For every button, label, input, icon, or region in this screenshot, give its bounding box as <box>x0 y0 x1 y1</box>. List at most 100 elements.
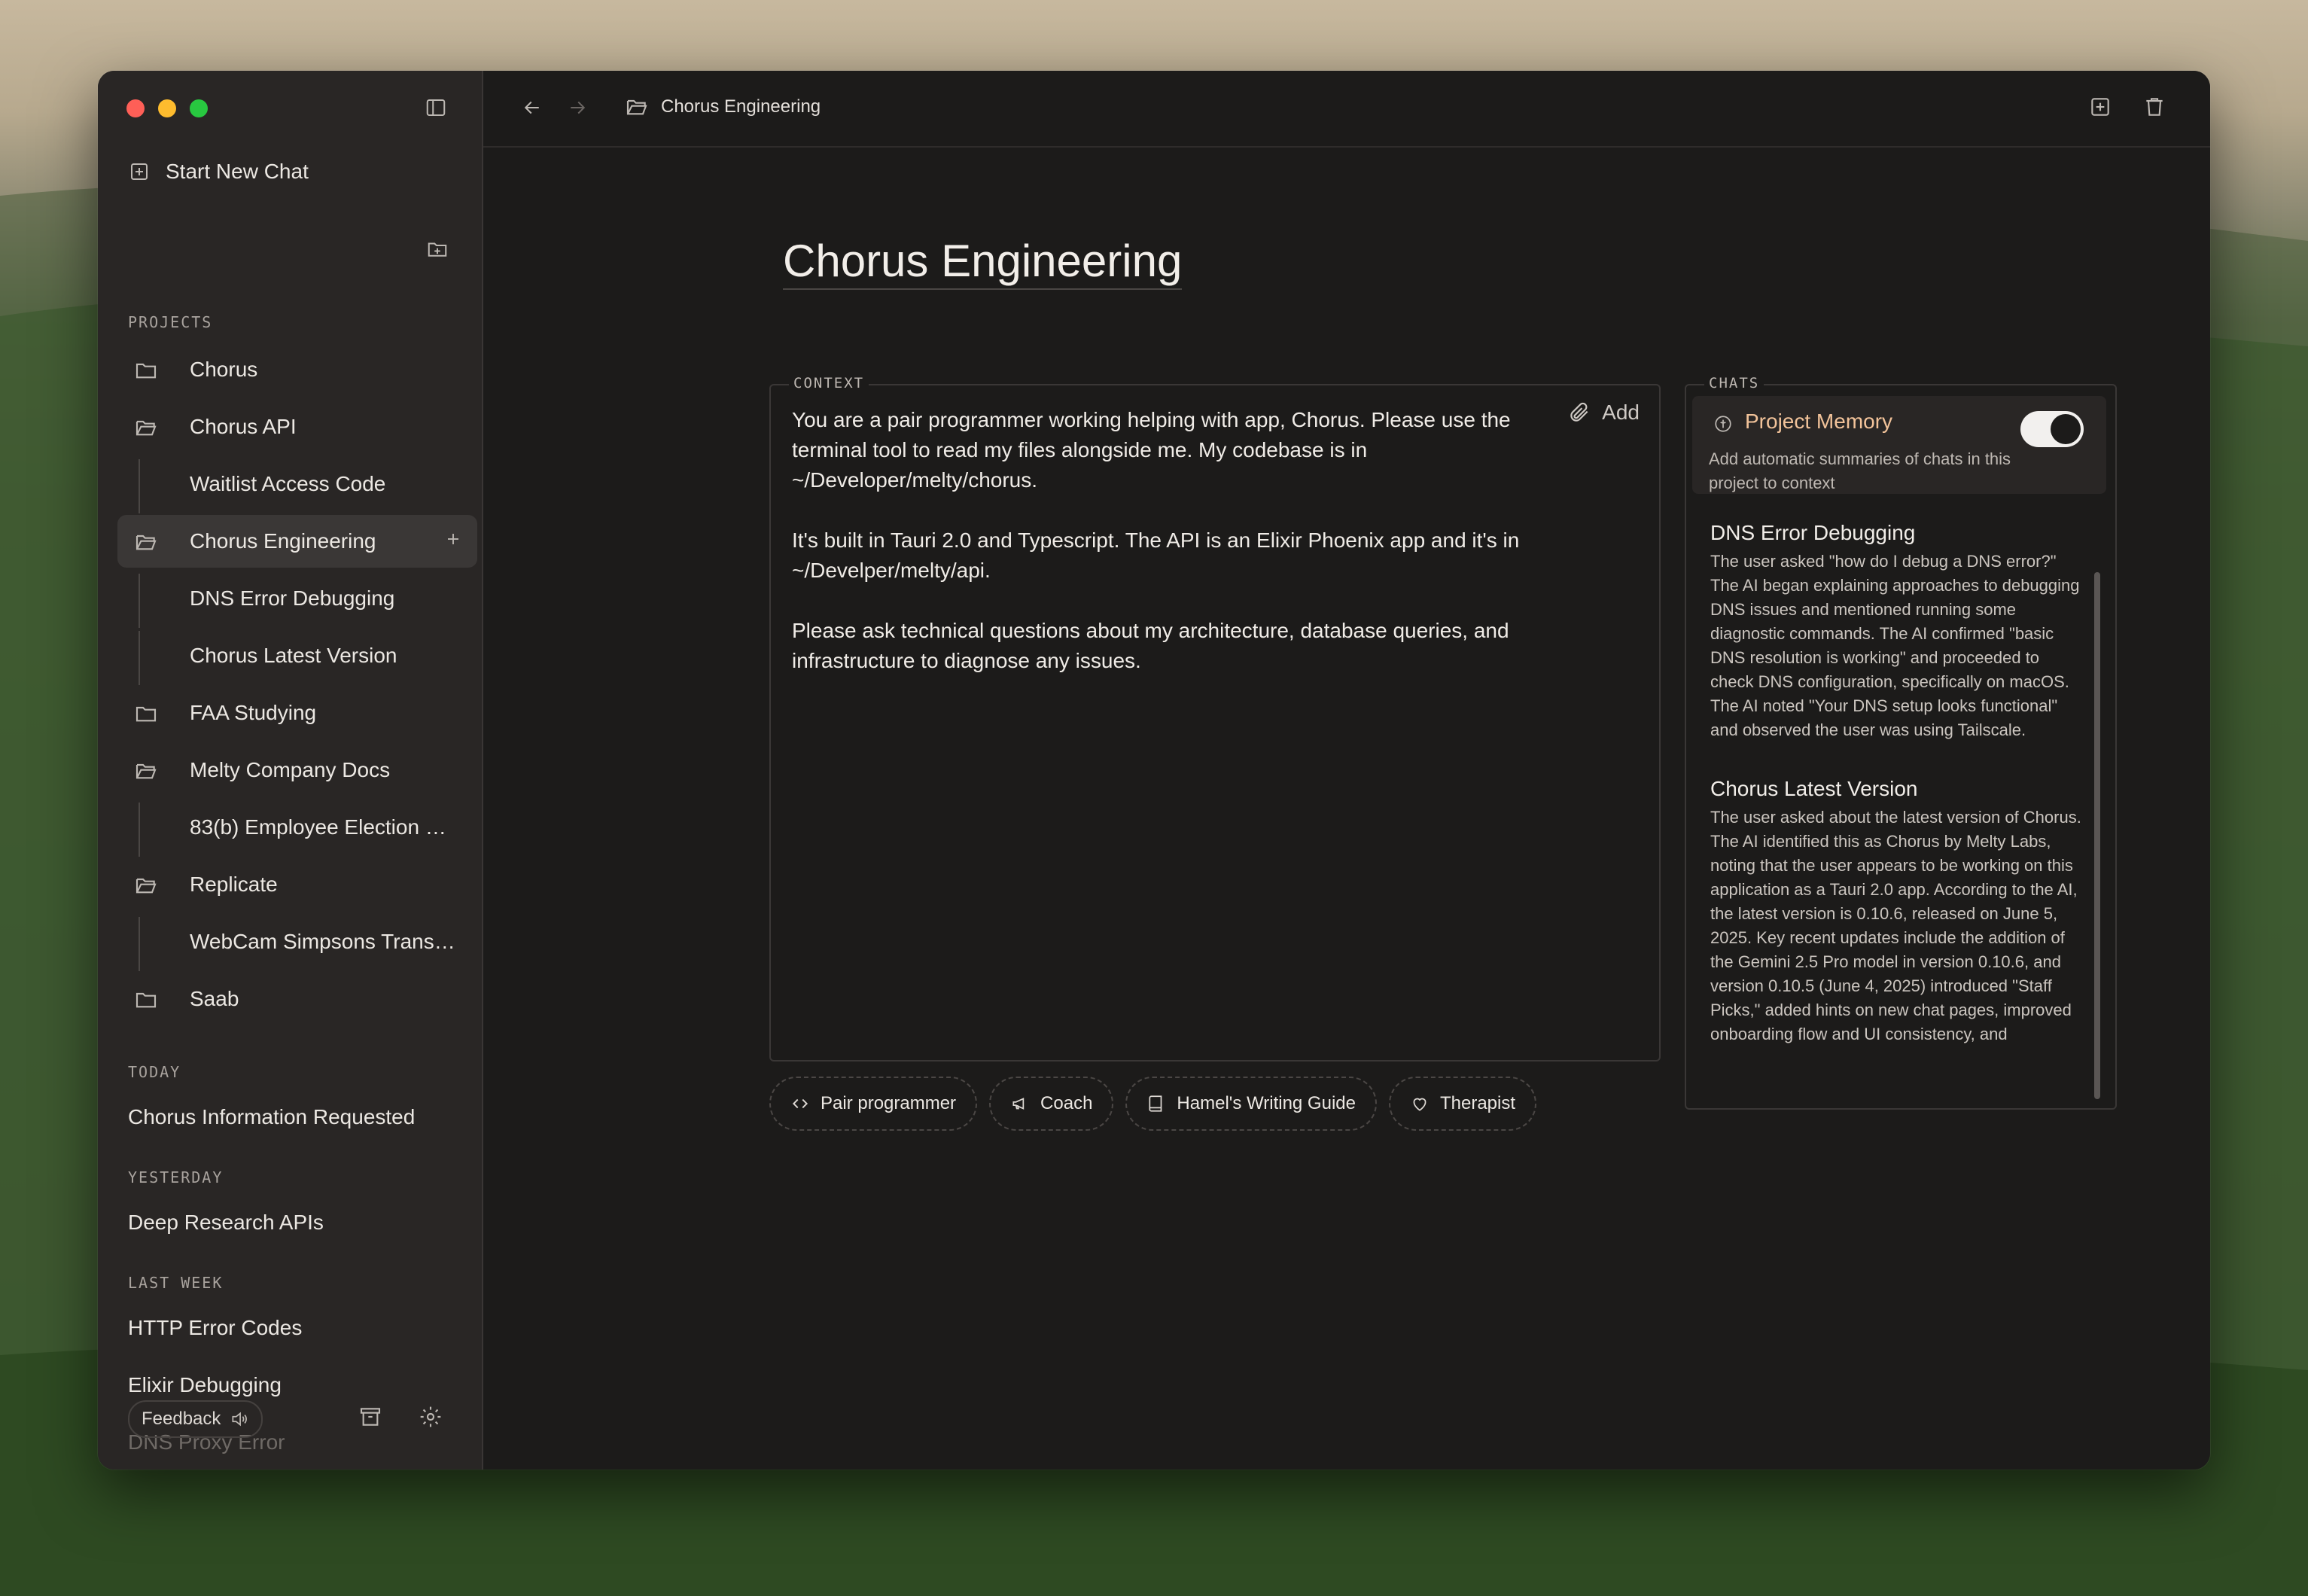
memory-info-icon <box>1713 414 1733 434</box>
sidebar-item-label: Melty Company Docs <box>190 758 391 781</box>
feedback-button[interactable]: Feedback <box>128 1400 263 1438</box>
tree-connector-line <box>139 631 140 685</box>
close-window-button[interactable] <box>126 99 145 117</box>
minimize-window-button[interactable] <box>158 99 176 117</box>
chat-summary-text: The user asked about the latest version … <box>1710 808 2081 1043</box>
chats-panel: CHATS Project Memory Add automatic summa… <box>1685 375 2117 1110</box>
sidebar-item-label: Chorus Engineering <box>190 529 376 553</box>
chat-group-heading: YESTERDAY <box>128 1168 224 1186</box>
app-window: Start New Chat PROJECTS Chorus Chorus API… <box>98 71 2210 1470</box>
folder-icon <box>134 988 158 1012</box>
feedback-label: Feedback <box>142 1409 221 1429</box>
start-new-chat-label: Start New Chat <box>166 160 309 183</box>
sidebar-recent-chat[interactable]: Chorus Information Requested <box>128 1105 415 1129</box>
sidebar-project-item[interactable]: Chorus API <box>117 401 477 453</box>
chat-summary[interactable]: DNS Error Debugging The user asked "how d… <box>1710 521 2087 742</box>
sidebar-project-item[interactable]: Chorus Engineering <box>117 515 477 568</box>
window-controls <box>126 99 208 117</box>
sidebar-chat-item[interactable]: 83(b) Employee Election Ris... <box>117 801 477 854</box>
chat-summary-title: DNS Error Debugging <box>1710 521 1916 544</box>
sidebar-item-label: WebCam Simpsons Transfo... <box>190 930 461 953</box>
start-new-chat-button[interactable]: Start New Chat <box>128 160 309 184</box>
tree-connector-line <box>139 574 140 628</box>
trash-icon[interactable] <box>2142 95 2166 119</box>
heart-icon <box>1410 1094 1430 1113</box>
chat-summaries[interactable]: DNS Error Debugging The user asked "how d… <box>1710 521 2087 1101</box>
paperclip-icon <box>1567 401 1591 425</box>
chat-summary[interactable]: Chorus Latest Version The user asked abou… <box>1710 777 2087 1046</box>
settings-gear-icon[interactable] <box>419 1405 443 1429</box>
projects-heading: PROJECTS <box>128 313 213 331</box>
sidebar-toggle-icon[interactable] <box>425 96 447 119</box>
preset-button[interactable]: Coach <box>989 1077 1114 1131</box>
sidebar-recent-chat[interactable]: HTTP Error Codes <box>128 1316 302 1340</box>
book-icon <box>1146 1094 1166 1113</box>
add-attachment-button[interactable]: Add <box>1567 401 1640 425</box>
sidebar-item-label: FAA Studying <box>190 701 317 724</box>
sidebar-item-label: Chorus Latest Version <box>190 644 397 667</box>
sidebar-item-label: Chorus <box>190 358 258 381</box>
preset-button[interactable]: Hamel's Writing Guide <box>1125 1077 1377 1131</box>
code-icon <box>790 1094 810 1113</box>
project-memory-toggle[interactable] <box>2020 411 2084 447</box>
preset-label: Coach <box>1040 1093 1093 1113</box>
speaker-icon <box>230 1409 249 1429</box>
toolbar: Chorus Engineering <box>483 71 2210 148</box>
sidebar-recent-chat[interactable]: Deep Research APIs <box>128 1211 324 1235</box>
sidebar-chat-item[interactable]: Waitlist Access Code <box>117 458 477 510</box>
sidebar-project-item[interactable]: Replicate <box>117 858 477 911</box>
sidebar-project-item[interactable]: Melty Company Docs <box>117 744 477 796</box>
tree-connector-line <box>139 459 140 513</box>
sidebar-project-item[interactable]: Saab <box>117 973 477 1025</box>
new-project-icon[interactable] <box>426 238 449 260</box>
archive-icon[interactable] <box>358 1405 382 1429</box>
folder-open-icon <box>134 530 158 554</box>
sidebar-item-label: DNS Error Debugging <box>190 586 395 610</box>
sidebar-item-label: Chorus API <box>190 415 297 438</box>
main-panel: Chorus Engineering Chorus Engineering CO… <box>483 71 2210 1470</box>
summaries-scrollbar[interactable] <box>2094 572 2100 1099</box>
sidebar-footer: Feedback <box>98 1394 482 1470</box>
project-memory-description: Add automatic summaries of chats in this… <box>1709 449 2011 492</box>
new-chat-in-project-icon[interactable] <box>2088 95 2112 119</box>
folder-open-icon <box>134 759 158 783</box>
folder-open-icon <box>625 95 649 119</box>
sidebar-item-label: Saab <box>190 987 239 1010</box>
preset-label: Therapist <box>1439 1093 1516 1113</box>
context-text[interactable]: You are a pair programmer working helpin… <box>792 405 1537 676</box>
folder-icon <box>134 358 158 382</box>
breadcrumb[interactable]: Chorus Engineering <box>625 95 821 119</box>
back-arrow-icon[interactable] <box>521 96 544 119</box>
project-memory-title: Project Memory <box>1745 410 1893 433</box>
chat-group-heading: TODAY <box>128 1063 181 1081</box>
tree-connector-line <box>139 917 140 971</box>
context-label: CONTEXT <box>789 375 869 391</box>
chats-label: CHATS <box>1704 375 1764 391</box>
context-editor[interactable]: CONTEXT You are a pair programmer workin… <box>769 375 1661 1061</box>
forward-arrow-icon[interactable] <box>566 96 589 119</box>
add-label: Add <box>1602 401 1640 424</box>
preset-button[interactable]: Pair programmer <box>769 1077 978 1131</box>
preset-buttons: Pair programmer Coach Hamel's Writing Guid… <box>769 1077 1537 1131</box>
project-title[interactable]: Chorus Engineering <box>783 235 1183 290</box>
preset-button[interactable]: Therapist <box>1388 1077 1537 1131</box>
sidebar-chat-item[interactable]: WebCam Simpsons Transfo... <box>117 915 477 968</box>
folder-icon <box>134 702 158 726</box>
add-chat-plus-icon[interactable] <box>443 528 464 550</box>
sidebar-item-label: 83(b) Employee Election Ris... <box>190 815 461 839</box>
sidebar-chat-item[interactable]: DNS Error Debugging <box>117 572 477 625</box>
sidebar-chat-item[interactable]: Chorus Latest Version <box>117 629 477 682</box>
toggle-knob <box>2051 414 2081 444</box>
chat-summary-text: The user asked "how do I debug a DNS err… <box>1710 552 2080 739</box>
zoom-window-button[interactable] <box>190 99 208 117</box>
sidebar: Start New Chat PROJECTS Chorus Chorus API… <box>98 71 483 1470</box>
tree-connector-line <box>139 803 140 857</box>
chat-group-heading: LAST WEEK <box>128 1274 224 1292</box>
project-memory-card: Project Memory Add automatic summaries o… <box>1692 396 2106 494</box>
new-chat-icon <box>128 160 151 183</box>
sidebar-project-item[interactable]: Chorus <box>117 343 477 396</box>
preset-label: Pair programmer <box>821 1093 957 1113</box>
sidebar-project-item[interactable]: FAA Studying <box>117 687 477 739</box>
preset-label: Hamel's Writing Guide <box>1177 1093 1356 1113</box>
breadcrumb-label: Chorus Engineering <box>661 96 821 117</box>
